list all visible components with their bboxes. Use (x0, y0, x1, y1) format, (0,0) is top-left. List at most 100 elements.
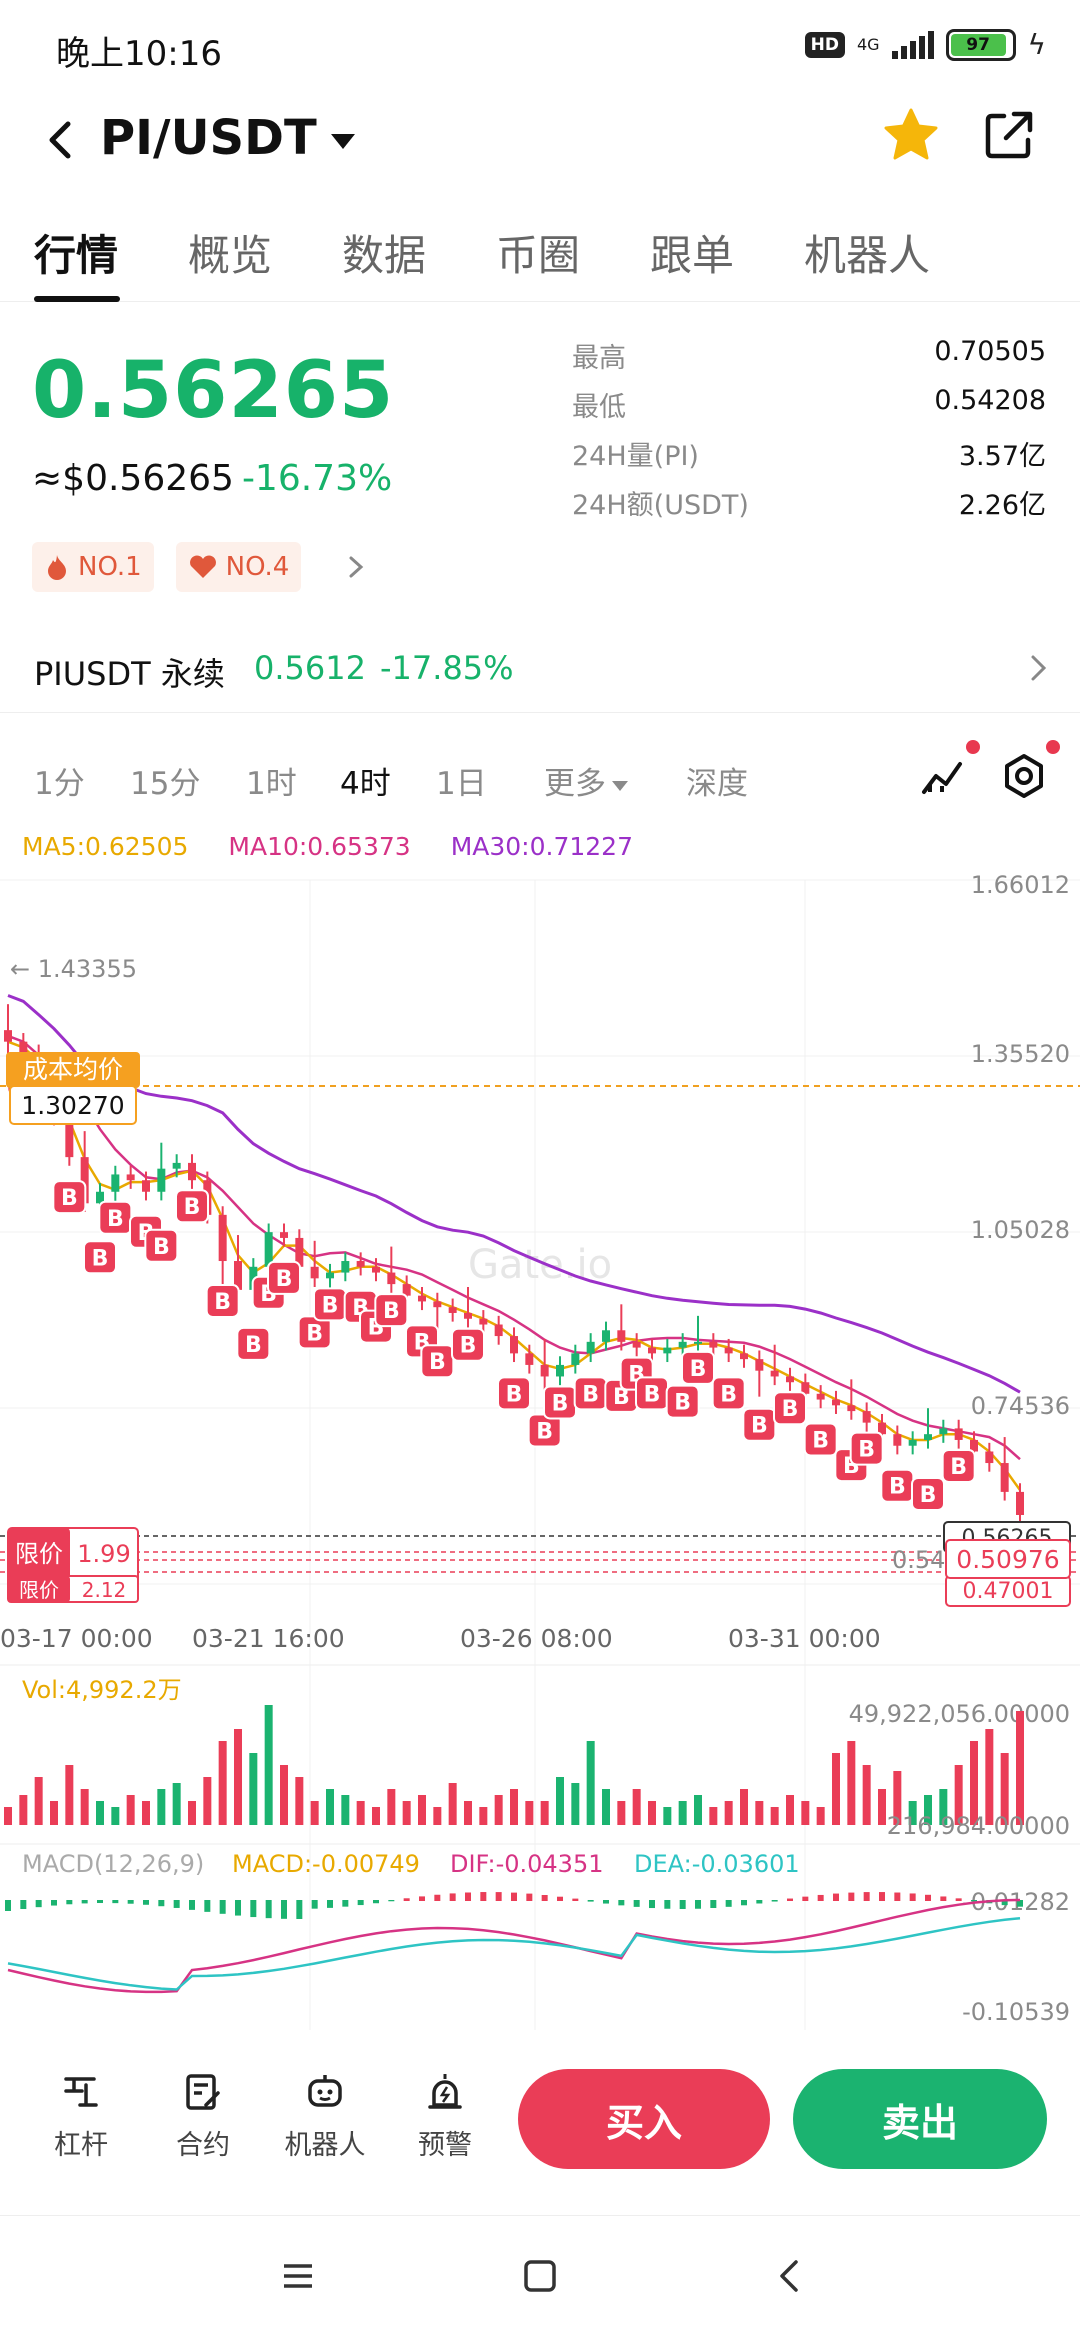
buy-marker-label: B (644, 1382, 661, 1407)
macd-axis-bottom: -0.10539 (962, 1998, 1070, 2026)
interval-15m[interactable]: 15分 (130, 758, 200, 803)
candle-body (755, 1359, 764, 1371)
volume-bar (372, 1807, 380, 1825)
volume-bar (510, 1789, 518, 1825)
active-tab-indicator (34, 296, 120, 302)
interval-more[interactable]: 更多 (544, 758, 628, 803)
buy-marker-label: B (506, 1382, 523, 1407)
volume-bar (356, 1801, 365, 1825)
robot-button[interactable]: 机器人 (270, 2071, 380, 2162)
interval-depth[interactable]: 深度 (686, 758, 748, 803)
buy-marker: B (420, 1344, 455, 1379)
price-chart[interactable]: Gate.io 1.66012 1.35520 1.05028 0.74536 … (0, 860, 1080, 2030)
candle-body (724, 1347, 733, 1354)
macd-bar (695, 1900, 701, 1909)
candle-body (494, 1324, 503, 1337)
buy-marker: B (849, 1431, 884, 1466)
pair-selector[interactable]: PI/USDT (100, 110, 355, 166)
candle-body (126, 1174, 135, 1181)
cost-average-tag[interactable]: 成本均价 1.30270 (6, 1052, 140, 1125)
volume-bar (433, 1807, 442, 1825)
buy-marker-label: B (92, 1246, 109, 1271)
hidden-price-tag: 0.47001 (945, 1575, 1071, 1607)
perpetual-row[interactable]: PIUSDT 永续 0.5612 -17.85% (0, 635, 1080, 703)
notification-dot (966, 740, 980, 754)
macd-bar (633, 1900, 640, 1907)
tab-market[interactable]: 行情 (34, 222, 118, 283)
interval-1d[interactable]: 1日 (436, 758, 487, 803)
candle-body (356, 1261, 365, 1267)
macd-value: MACD:-0.00749 (232, 1850, 420, 1878)
macd-bar (863, 1892, 870, 1901)
indicator-icon[interactable] (918, 752, 966, 800)
candle-body (418, 1295, 426, 1302)
macd-bar (940, 1896, 947, 1901)
sell-button[interactable]: 卖出 (793, 2069, 1047, 2169)
volume-bar (862, 1765, 871, 1825)
hidden-price-value: 0.47001 (963, 1579, 1054, 1604)
leverage-button[interactable]: 杠杆 (26, 2071, 136, 2162)
stat-value: 0.54208 (934, 385, 1046, 416)
macd-bar (281, 1900, 287, 1919)
buy-marker: B (236, 1326, 271, 1361)
price-axis-label: 1.05028 (971, 1216, 1070, 1244)
dif-value: DIF:-0.04351 (450, 1850, 604, 1878)
pair-title: PI/USDT (100, 110, 317, 166)
dea-line (7, 1916, 1021, 1991)
candle-body (157, 1168, 166, 1192)
volume-bar (663, 1807, 672, 1825)
volume-bar (755, 1801, 764, 1825)
ma30-value: MA30:0.71227 (450, 832, 633, 861)
settings-icon[interactable] (1000, 752, 1048, 800)
macd-bar (771, 1900, 778, 1902)
candle-body (586, 1341, 595, 1354)
macd-bar (403, 1898, 410, 1901)
favorite-star-icon[interactable] (880, 104, 942, 166)
back-icon[interactable] (30, 110, 90, 170)
back-nav-icon[interactable] (770, 2256, 810, 2296)
tab-data[interactable]: 数据 (342, 222, 426, 283)
tab-overview[interactable]: 概览 (188, 222, 272, 283)
share-icon[interactable] (980, 106, 1038, 164)
alarm-button[interactable]: 预警 (390, 2071, 500, 2162)
buy-button[interactable]: 买入 (518, 2069, 770, 2169)
rank-badge-hot[interactable]: NO.1 (32, 542, 154, 592)
buy-marker: B (497, 1376, 531, 1411)
buy-marker: B (681, 1350, 715, 1385)
limit-order-tag[interactable]: 限价 2.12 (7, 1575, 139, 1603)
macd-bar (526, 1893, 533, 1901)
leverage-label: 杠杆 (54, 2130, 108, 2161)
ma-legend: MA5:0.62505 MA10:0.65373 MA30:0.71227 (22, 832, 633, 861)
macd-bar (894, 1892, 901, 1901)
interval-1h[interactable]: 1时 (246, 758, 297, 803)
candle-body (326, 1272, 334, 1279)
tab-copy-trading[interactable]: 跟单 (650, 222, 734, 283)
interval-4h[interactable]: 4时 (340, 758, 391, 803)
battery-icon: 97 (945, 28, 1016, 61)
limit-price: 2.12 (82, 1578, 127, 1602)
tab-community[interactable]: 币圈 (496, 222, 580, 283)
interval-1m[interactable]: 1分 (34, 758, 85, 803)
candle-body (372, 1266, 380, 1273)
buy-marker: B (911, 1476, 945, 1511)
stat-value: 0.70505 (934, 336, 1046, 367)
rank-badge-heart[interactable]: NO.4 (175, 542, 302, 592)
buy-marker: B (205, 1284, 240, 1319)
macd-bar (327, 1900, 333, 1908)
limit-order-tag[interactable]: 限价 1.99 (7, 1527, 139, 1583)
volume-bar (264, 1705, 273, 1825)
home-icon[interactable] (520, 2256, 560, 2296)
chevron-right-icon[interactable] (341, 552, 371, 582)
macd-bar (449, 1893, 456, 1901)
menu-icon[interactable] (278, 2256, 318, 2296)
time-axis-label: 03-31 00:00 (728, 1624, 881, 1653)
macd-bar (189, 1900, 195, 1910)
volume-bar (525, 1801, 534, 1825)
time-axis-label: 03-26 08:00 (460, 1624, 613, 1653)
volume-bar (571, 1783, 580, 1825)
rank-label: NO.1 (78, 552, 142, 582)
contract-button[interactable]: 合约 (148, 2071, 258, 2162)
buy-marker: B (773, 1391, 807, 1426)
tab-robot[interactable]: 机器人 (804, 222, 930, 283)
divider (0, 712, 1080, 713)
